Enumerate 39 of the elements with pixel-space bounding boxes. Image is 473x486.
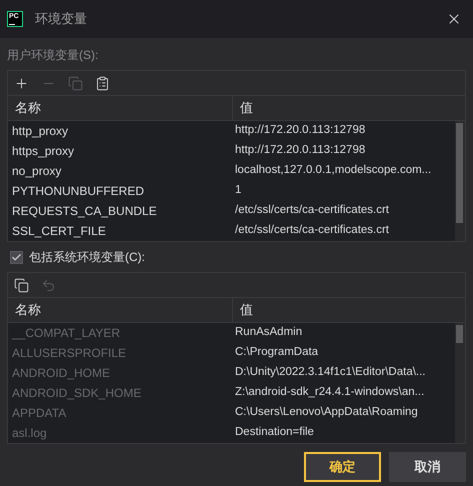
- variable-value: localhost,127.0.0.1,modelscope.com...: [234, 163, 432, 178]
- clipboard-icon[interactable]: [95, 76, 110, 90]
- variable-value: 1: [234, 183, 242, 198]
- column-header[interactable]: 名称: [8, 298, 233, 322]
- window-title: 环境变量: [35, 10, 87, 28]
- variable-value: RunAsAdmin: [234, 325, 304, 340]
- variable-name: ALLUSERSPROFILE: [11, 345, 128, 362]
- copy-icon[interactable]: [14, 278, 29, 292]
- variable-value: C:\ProgramData: [234, 345, 320, 360]
- variable-name: http_proxy: [11, 123, 70, 140]
- plus-icon[interactable]: [14, 76, 29, 90]
- variable-name: asl.log: [11, 425, 48, 442]
- section-label: 用户环境变量(S):: [6, 47, 100, 64]
- variable-name: __COMPAT_LAYER: [10, 325, 122, 342]
- variable-name: APPDATA: [11, 405, 68, 422]
- variable-name: ANDROID_HOME: [11, 365, 112, 382]
- include-system-checkbox[interactable]: [10, 250, 23, 264]
- column-header[interactable]: 值: [233, 96, 465, 120]
- column-header[interactable]: 值: [233, 298, 465, 322]
- variable-name: https_proxy: [11, 143, 76, 160]
- variable-name: ANDROID_SDK_HOME: [11, 385, 142, 402]
- column-header[interactable]: 名称: [8, 96, 233, 120]
- scrollbar[interactable]: [455, 121, 465, 241]
- variable-value: Destination=file: [234, 425, 315, 440]
- variable-value: C:\Users\Lenovo\AppData\Roaming: [234, 405, 419, 420]
- variable-name: REQUESTS_CA_BUNDLE: [11, 203, 158, 220]
- scrollbar[interactable]: [455, 323, 465, 443]
- checkbox-label: 包括系统环境变量(C):: [29, 249, 145, 266]
- variable-value: /etc/ssl/certs/ca-certificates.crt: [234, 203, 390, 218]
- variable-name: no_proxy: [11, 163, 62, 180]
- variable-value: /etc/ssl/certs/ca-certificates.crt: [234, 223, 390, 238]
- variable-value: D:\Unity\2022.3.14f1c1\Editor\Data\...: [234, 365, 426, 380]
- variable-value: Z:\android-sdk_r24.4.1-windows\an...: [234, 385, 426, 400]
- ok-button[interactable]: 确定: [304, 452, 381, 482]
- variable-name: PYTHONUNBUFFERED: [11, 183, 146, 200]
- variable-name: SSL_CERT_FILE: [11, 223, 107, 240]
- cancel-button[interactable]: 取消: [389, 452, 466, 482]
- variable-value: http://172.20.0.113:12798: [234, 123, 366, 138]
- variable-value: http://172.20.0.113:12798: [234, 143, 366, 158]
